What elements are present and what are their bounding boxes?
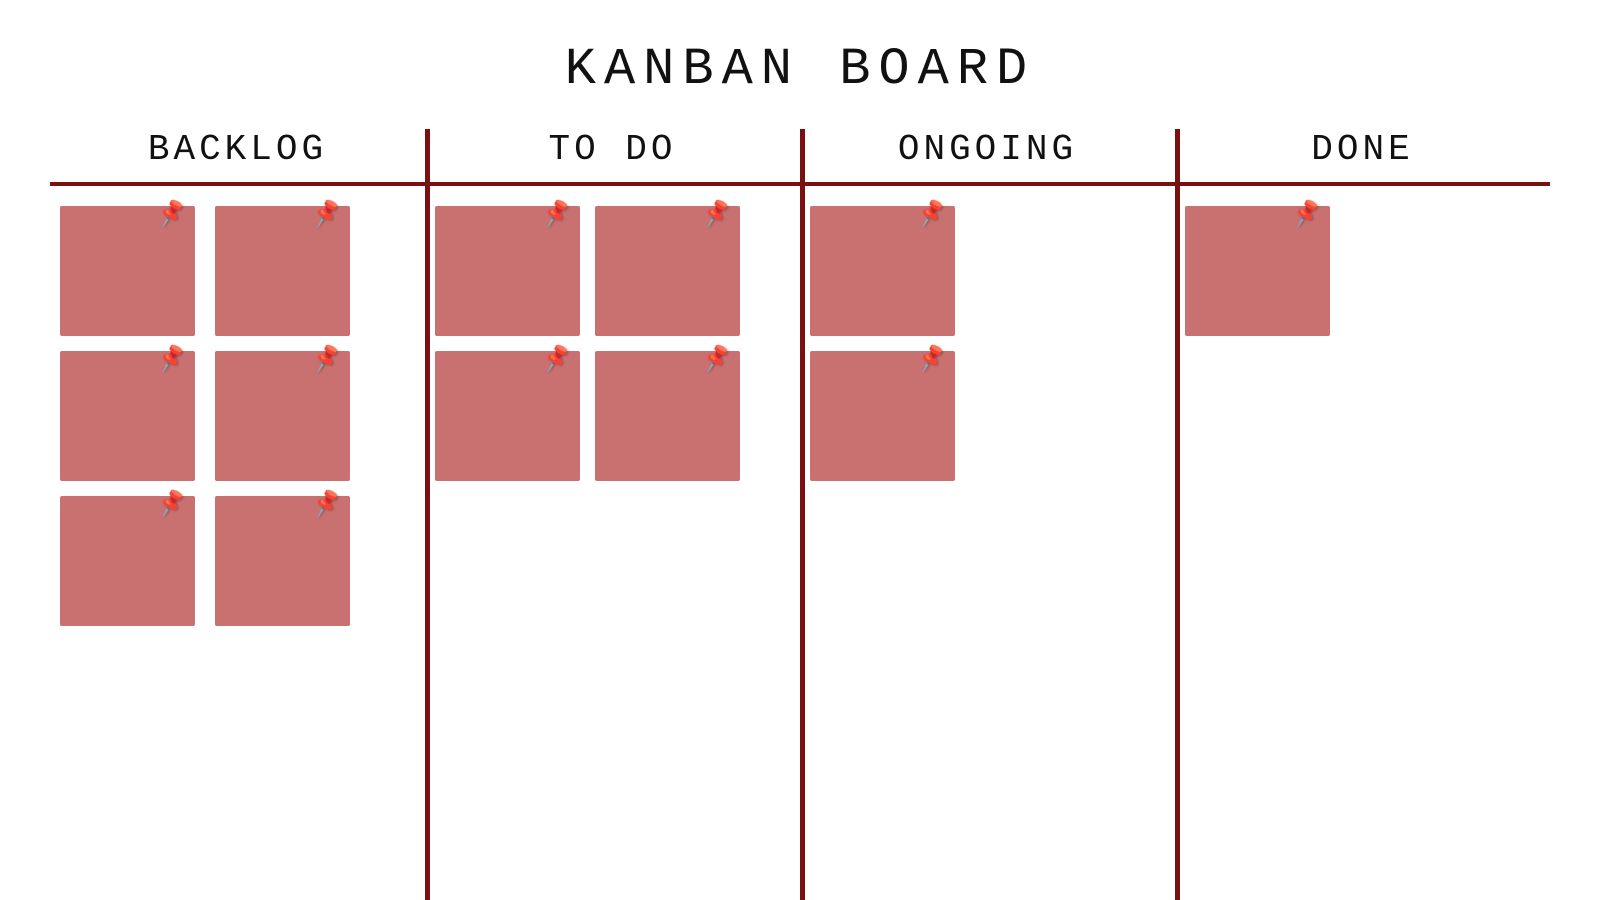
column-header-backlog: BACKLOG <box>50 129 425 182</box>
list-item[interactable]: 📌 <box>810 351 955 481</box>
column-header-todo: TO DO <box>425 129 800 182</box>
pin-icon: 📌 <box>700 198 733 230</box>
pin-icon: 📌 <box>310 488 343 520</box>
list-item[interactable]: 📌 <box>595 206 740 336</box>
column-backlog: 📌 📌 📌 📌 <box>50 186 425 900</box>
list-item[interactable]: 📌 <box>60 496 195 626</box>
columns-content: 📌 📌 📌 📌 <box>0 186 1600 900</box>
backlog-row-1: 📌 📌 <box>60 351 415 481</box>
list-item[interactable]: 📌 <box>60 351 195 481</box>
done-row-0: 📌 <box>1185 206 1540 336</box>
list-item[interactable]: 📌 <box>435 351 580 481</box>
board-area: BACKLOG TO DO ONGOING DONE 📌 📌 <box>0 129 1600 900</box>
list-item[interactable]: 📌 <box>60 206 195 336</box>
list-item[interactable]: 📌 <box>435 206 580 336</box>
ongoing-row-0: 📌 <box>810 206 1165 336</box>
pin-icon: 📌 <box>1290 198 1323 230</box>
pin-icon: 📌 <box>915 198 948 230</box>
pin-icon: 📌 <box>155 488 188 520</box>
column-headers: BACKLOG TO DO ONGOING DONE <box>0 129 1600 182</box>
list-item[interactable]: 📌 <box>1185 206 1330 336</box>
list-item[interactable]: 📌 <box>595 351 740 481</box>
pin-icon: 📌 <box>155 343 188 375</box>
pin-icon: 📌 <box>310 343 343 375</box>
pin-icon: 📌 <box>700 343 733 375</box>
todo-row-1: 📌 📌 <box>435 351 790 481</box>
kanban-board: KANBAN BOARD BACKLOG TO DO ONGOING DONE … <box>0 0 1600 900</box>
column-done: 📌 <box>1175 186 1550 900</box>
pin-icon: 📌 <box>540 198 573 230</box>
list-item[interactable]: 📌 <box>215 351 350 481</box>
ongoing-cards: 📌 📌 <box>810 206 1165 481</box>
board-title: KANBAN BOARD <box>565 40 1035 99</box>
list-item[interactable]: 📌 <box>215 496 350 626</box>
column-header-done: DONE <box>1175 129 1550 182</box>
column-todo: 📌 📌 📌 📌 <box>425 186 800 900</box>
pin-icon: 📌 <box>540 343 573 375</box>
pin-icon: 📌 <box>915 343 948 375</box>
backlog-cards: 📌 📌 📌 📌 <box>60 206 415 626</box>
list-item[interactable]: 📌 <box>215 206 350 336</box>
column-ongoing: 📌 📌 <box>800 186 1175 900</box>
pin-icon: 📌 <box>155 198 188 230</box>
todo-cards: 📌 📌 📌 📌 <box>435 206 790 481</box>
backlog-row-0: 📌 📌 <box>60 206 415 336</box>
pin-icon: 📌 <box>310 198 343 230</box>
todo-row-0: 📌 📌 <box>435 206 790 336</box>
done-cards: 📌 <box>1185 206 1540 336</box>
backlog-row-2: 📌 📌 <box>60 496 415 626</box>
ongoing-row-1: 📌 <box>810 351 1165 481</box>
list-item[interactable]: 📌 <box>810 206 955 336</box>
column-header-ongoing: ONGOING <box>800 129 1175 182</box>
